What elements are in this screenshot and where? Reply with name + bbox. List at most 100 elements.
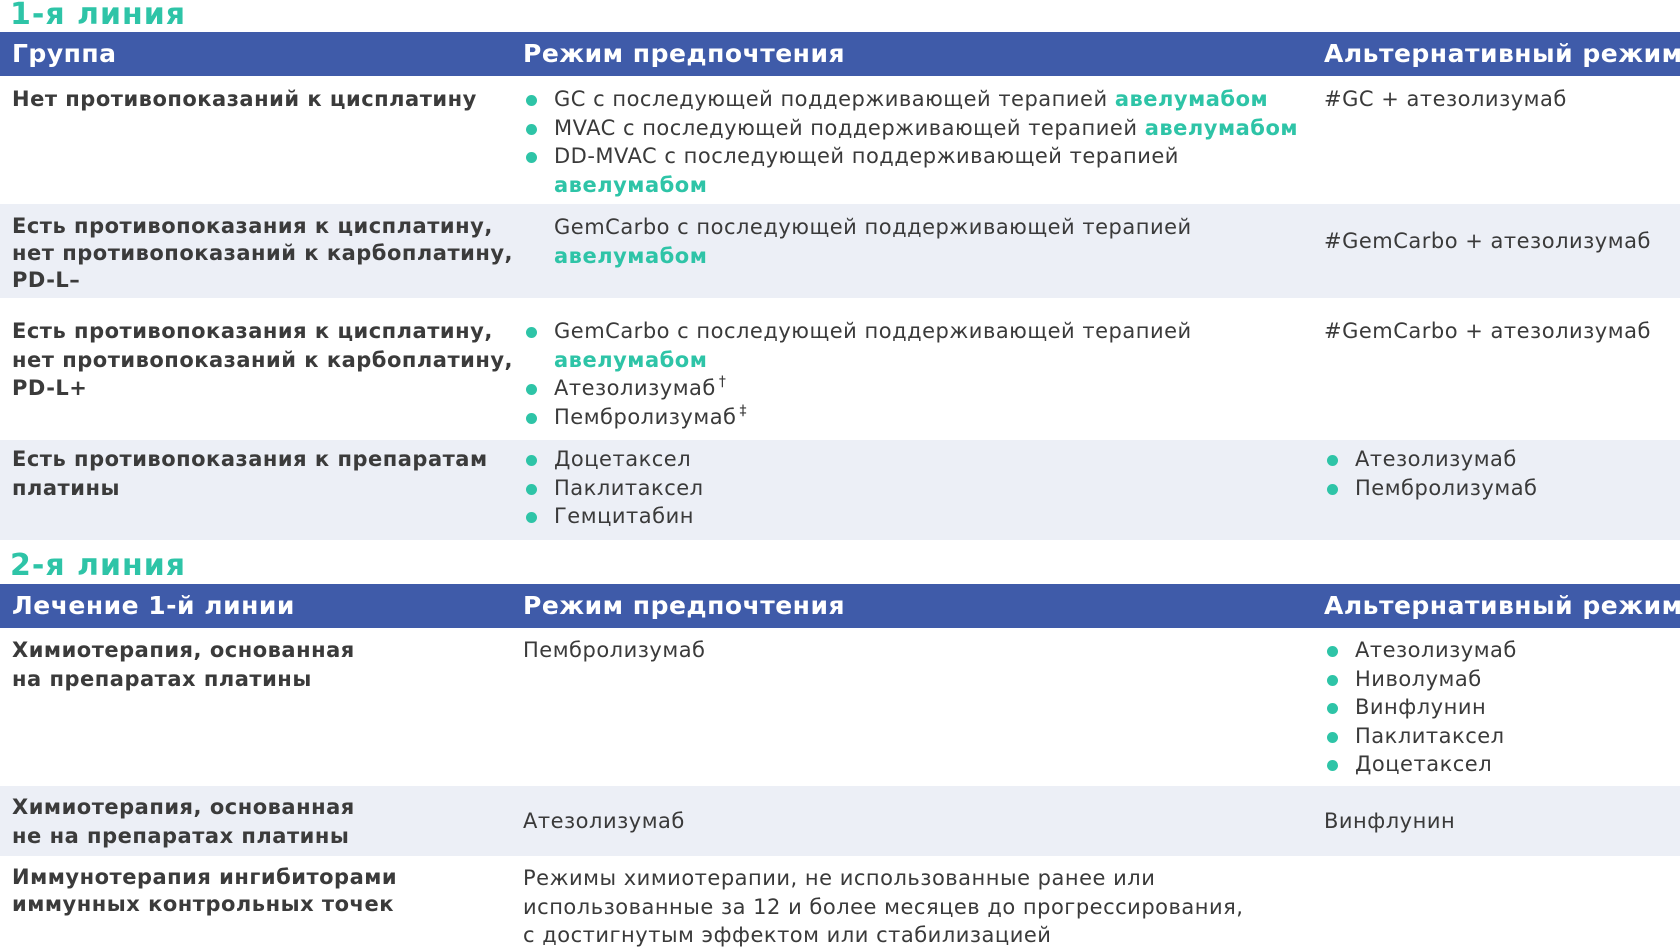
item-text: Атезолизумаб xyxy=(554,376,716,400)
list-item: Пембролизумаб ‡ xyxy=(523,403,1303,432)
bullet-icon xyxy=(1327,760,1338,771)
group-line: Химиотерапия, основанная xyxy=(12,795,355,819)
header-col-group: Группа xyxy=(12,39,117,68)
item-text: Гемцитабин xyxy=(554,504,694,528)
group-cell: Есть противопоказания к цисплатину, нет … xyxy=(12,317,532,403)
group-cell: Иммунотерапия ингибиторами иммунных конт… xyxy=(12,864,532,918)
group-cell: Химиотерапия, основанная не на препарата… xyxy=(12,793,532,850)
list-item: Паклитаксел xyxy=(523,474,1303,503)
group-cell: Есть противопоказания к цисплатину, нет … xyxy=(12,213,532,294)
group-line: Есть противопоказания к цисплатину, xyxy=(12,319,493,343)
alternative-cell: Винфлунин xyxy=(1324,809,1456,833)
alternative-cell: #GemCarbo + атезолизумаб xyxy=(1324,229,1651,253)
bullet-icon xyxy=(1327,731,1338,743)
table-row: Иммунотерапия ингибиторами иммунных конт… xyxy=(0,856,1680,951)
bullet-icon xyxy=(1327,483,1338,495)
preferred-cell: Пембролизумаб xyxy=(523,638,706,662)
alternative-cell: Атезолизумаб Ниволумаб Винфлунин Паклита… xyxy=(1324,636,1674,779)
group-line: Химиотерапия, основанная xyxy=(12,638,355,662)
table-row: Химиотерапия, основанная на препаратах п… xyxy=(0,628,1680,786)
list-item: Паклитаксел xyxy=(1324,722,1674,751)
header-col-preferred: Режим предпочтения xyxy=(523,39,846,68)
section-title-line1: 1-я линия xyxy=(10,0,187,32)
preferred-cell: GC с последующей поддерживающей терапией… xyxy=(523,85,1303,199)
list-item: Атезолизумаб xyxy=(1324,445,1674,474)
item-text: Пембролизумаб xyxy=(554,404,737,429)
item-text: GC с последующей поддерживающей терапией xyxy=(554,87,1108,111)
list-item: DD-MVAC с последующей поддерживающей тер… xyxy=(523,142,1303,199)
item-text: Пембролизумаб xyxy=(1355,475,1538,500)
bullet-icon xyxy=(526,95,537,106)
item-text: Доцетаксел xyxy=(1355,752,1493,776)
list-item: Атезолизумаб † xyxy=(523,374,1303,403)
footnote-mark: † xyxy=(718,374,727,390)
list-item: Ниволумаб xyxy=(1324,665,1674,694)
list-item: MVAC с последующей поддерживающей терапи… xyxy=(523,114,1303,143)
preferred-line: Режимы химиотерапии, не использованные р… xyxy=(523,866,1156,890)
bullet-icon xyxy=(526,412,537,424)
preferred-cell: Атезолизумаб xyxy=(523,809,685,833)
alternative-cell: #GemCarbo + атезолизумаб xyxy=(1324,319,1651,343)
item-text: DD-MVAC с последующей поддерживающей тер… xyxy=(554,144,1179,168)
footnote-mark: ‡ xyxy=(739,402,748,419)
bullet-icon xyxy=(526,327,537,338)
table-row: Нет противопоказаний к цисплатину GC с п… xyxy=(0,76,1680,204)
header-col-first-line: Лечение 1-й линии xyxy=(12,591,295,620)
table-header-line2: Лечение 1-й линии Режим предпочтения Аль… xyxy=(0,584,1680,628)
list-item: Доцетаксел xyxy=(1324,750,1674,779)
item-text: Паклитаксел xyxy=(554,475,704,500)
alternative-cell: #GC + атезолизумаб xyxy=(1324,87,1567,111)
preferred-cell: GemCarbo с последующей поддерживающей те… xyxy=(523,213,1303,270)
group-cell: Есть противопоказания к препаратам плати… xyxy=(12,445,532,502)
bullet-icon xyxy=(1327,674,1338,686)
item-accent: авелумабом xyxy=(554,172,708,197)
table-row: Есть противопоказания к цисплатину, нет … xyxy=(0,298,1680,440)
header-col-alternative: Альтернативный режим xyxy=(1324,39,1680,68)
header-col-alternative: Альтернативный режим xyxy=(1324,591,1680,620)
item-text: Атезолизумаб xyxy=(1355,638,1517,662)
table-row: Химиотерапия, основанная не на препарата… xyxy=(0,786,1680,856)
group-line: не на препаратах платины xyxy=(12,823,350,848)
list-item: Пембролизумаб xyxy=(1324,474,1674,503)
item-text: Атезолизумаб xyxy=(1355,447,1517,471)
item-accent: авелумабом xyxy=(1144,115,1299,140)
group-line: PD-L– xyxy=(12,268,81,292)
preferred-cell: Доцетаксел Паклитаксел Гемцитабин xyxy=(523,445,1303,531)
table-row: Есть противопоказания к препаратам плати… xyxy=(0,440,1680,540)
bullet-icon xyxy=(526,455,537,466)
list-item: GC с последующей поддерживающей терапией… xyxy=(523,85,1303,114)
item-text: Паклитаксел xyxy=(1355,723,1505,748)
group-cell: Нет противопоказаний к цисплатину xyxy=(12,87,477,111)
header-col-preferred: Режим предпочтения xyxy=(523,591,846,620)
list-item: Атезолизумаб xyxy=(1324,636,1674,665)
section-title-line2: 2-я линия xyxy=(10,548,187,583)
group-line: на препаратах платины xyxy=(12,666,312,691)
group-line: Есть противопоказания к препаратам xyxy=(12,447,488,471)
bullet-icon xyxy=(1327,703,1338,714)
preferred-cell: Режимы химиотерапии, не использованные р… xyxy=(523,864,1303,950)
list-item: GemCarbo с последующей поддерживающей те… xyxy=(523,213,1303,270)
bullet-icon xyxy=(526,123,537,135)
item-text: Ниволумаб xyxy=(1355,666,1482,691)
item-text: Доцетаксел xyxy=(554,447,692,471)
item-text: MVAC с последующей поддерживающей терапи… xyxy=(554,115,1138,140)
item-accent: авелумабом xyxy=(554,347,708,372)
preferred-cell: GemCarbo с последующей поддерживающей те… xyxy=(523,317,1303,431)
bullet-icon xyxy=(526,152,537,163)
group-line: PD-L+ xyxy=(12,376,88,400)
item-text: Винфлунин xyxy=(1355,695,1487,719)
bullet-icon xyxy=(526,483,537,495)
list-item: GemCarbo с последующей поддерживающей те… xyxy=(523,317,1303,374)
group-line: Есть противопоказания к цисплатину, xyxy=(12,214,493,238)
bullet-icon xyxy=(526,512,537,523)
preferred-line: с достигнутым эффектом или стабилизацией xyxy=(523,923,1052,947)
list-item: Винфлунин xyxy=(1324,693,1674,722)
bullet-icon xyxy=(1327,455,1338,466)
bullet-icon xyxy=(526,384,537,395)
table-header-line1: Группа Режим предпочтения Альтернативный… xyxy=(0,32,1680,76)
bullet-icon xyxy=(1327,646,1338,657)
group-line: Иммунотерапия ингибиторами xyxy=(12,865,398,889)
item-text: GemCarbo с последующей поддерживающей те… xyxy=(554,215,1192,239)
table-row: Есть противопоказания к цисплатину, нет … xyxy=(0,204,1680,298)
group-line: иммунных контрольных точек xyxy=(12,892,394,916)
